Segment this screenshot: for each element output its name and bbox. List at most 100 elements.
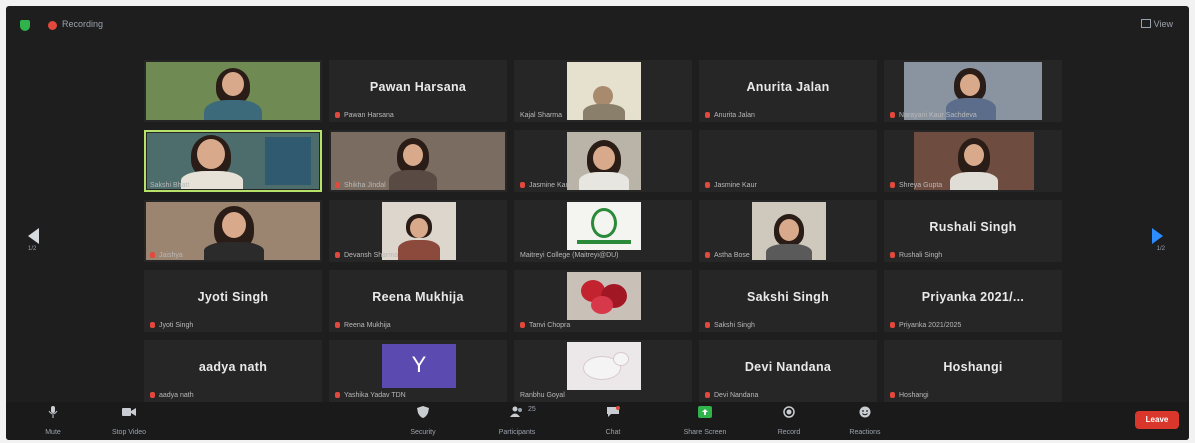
participant-name-label: Shreya Gupta [890,182,942,189]
record-button[interactable]: Record [754,406,824,439]
participant-video [147,133,319,189]
participant-tile[interactable]: Reena Mukhija Reena Mukhija [329,270,507,332]
participant-tile[interactable]: Jyoti Singh Jyoti Singh [144,270,322,332]
participant-name-label: Kajal Sharma [520,112,563,119]
muted-mic-icon [335,112,340,118]
participant-tile[interactable]: Devansh Sharma [329,200,507,262]
muted-mic-icon [150,392,155,398]
muted-mic-icon [335,322,340,328]
participant-tile[interactable]: aadya nath aadya nath [144,340,322,402]
participant-name-label: Priyanka 2021/2025 [890,322,961,329]
participant-name-label: Jaishya [150,252,183,259]
video-camera-icon [122,408,136,416]
participant-name-label: Anurita Jalan [705,112,755,119]
participant-name-label: Jyoti Singh [150,322,193,329]
participant-name-label: Astha Bose [705,252,750,259]
participant-name-label: Devansh Sharma [335,252,398,259]
participant-tile[interactable]: Shikha Jindal [329,130,507,192]
participant-video [567,62,641,120]
participant-tile[interactable]: Anurita Jalan Anurita Jalan [699,60,877,122]
participant-tile[interactable]: Jasmine Kaur [514,130,692,192]
stop-video-label: Stop Video [111,429,147,436]
muted-mic-icon [150,322,155,328]
mute-button[interactable]: Mute [18,406,88,439]
participant-tile[interactable]: Kajal Sharma [514,60,692,122]
participant-tile[interactable]: Astha Bose [699,200,877,262]
participants-label: Participants [498,429,536,436]
participant-tile[interactable]: Rushali Singh Rushali Singh [884,200,1062,262]
participant-name: Devi Nandana [744,360,832,374]
participant-video [752,202,826,260]
participant-name: Hoshangi [943,360,1003,374]
microphone-icon [48,406,58,418]
muted-mic-icon [890,112,895,118]
muted-mic-icon [890,392,895,398]
participant-tile[interactable]: Tanvi Chopra [514,270,692,332]
previous-page-arrow-icon[interactable] [28,228,39,244]
participant-tile[interactable]: Ranbhu Goyal [514,340,692,402]
smiley-icon [859,406,871,418]
record-icon [783,406,795,418]
participants-button[interactable]: Participants 25 [482,406,552,439]
leave-button[interactable]: Leave [1135,411,1179,429]
reactions-button[interactable]: Reactions [830,406,900,439]
participant-grid: Pawan Harsana Pawan Harsana Kajal Sharma… [144,60,1064,402]
participant-tile[interactable]: Devi Nandana Devi Nandana [699,340,877,402]
view-button[interactable]: View [1140,19,1173,29]
participant-video [146,62,320,120]
participant-name-label: Sakshi Bhatt [150,182,190,189]
participant-tile[interactable]: Jaishya [144,200,322,262]
top-bar: Recording View [6,6,1189,46]
college-logo-icon [591,208,617,238]
active-speaker-tile[interactable]: Sakshi Bhatt [144,130,322,192]
recording-icon [48,21,57,30]
muted-mic-icon [705,322,710,328]
participant-name-label: aadya nath [150,392,194,399]
reactions-label: Reactions [849,429,881,436]
muted-mic-icon [335,182,340,188]
avatar-letter: Y [411,352,427,377]
participant-name-label: Hoshangi [890,392,929,399]
participant-tile[interactable]: Pawan Harsana Pawan Harsana [329,60,507,122]
participant-tile[interactable]: Maitreyi College (Maitreyi@DU) [514,200,692,262]
participant-tile[interactable]: Priyanka 2021/... Priyanka 2021/2025 [884,270,1062,332]
next-page-arrow-icon[interactable] [1152,228,1163,244]
chat-label: Chat [605,429,621,436]
participant-name-label: Devi Nandana [705,392,758,399]
stop-video-button[interactable]: Stop Video [94,406,164,439]
participant-video [567,342,641,390]
participant-name-label: Maitreyi College (Maitreyi@DU) [520,252,619,259]
shield-icon [417,406,429,418]
participant-name-label: Jasmine Kaur [705,182,757,189]
muted-mic-icon [335,252,340,258]
muted-mic-icon [890,322,895,328]
participant-name: aadya nath [198,360,268,374]
muted-mic-icon [705,392,710,398]
security-label: Security [410,429,436,436]
participant-name-label: Pawan Harsana [335,112,394,119]
participant-tile[interactable]: Y Yashika Yadav TDN [329,340,507,402]
participant-tile[interactable]: Hoshangi Hoshangi [884,340,1062,402]
participant-tile[interactable]: Narayani Kaur Sachdeva [884,60,1062,122]
participant-tile[interactable]: Shreya Gupta [884,130,1062,192]
chat-button[interactable]: Chat [578,406,648,439]
page-indicator-right: 1/2 [1156,246,1165,252]
security-shield-icon[interactable] [20,20,30,31]
share-screen-button[interactable]: Share Screen [670,406,740,439]
muted-mic-icon [520,322,525,328]
participant-name: Rushali Singh [929,220,1017,234]
participants-icon [510,406,522,417]
participant-name: Sakshi Singh [746,290,830,304]
security-button[interactable]: Security [388,406,458,439]
meeting-window: Recording View 1/2 1/2 Pawan Harsana Paw… [6,6,1189,440]
participant-name-label: Rushali Singh [890,252,942,259]
participant-tile[interactable]: Jasmine Kaur [699,130,877,192]
participant-name: Reena Mukhija [372,290,464,304]
participant-tile[interactable]: Sakshi Singh Sakshi Singh [699,270,877,332]
participant-name-label: Jasmine Kaur [520,182,572,189]
participant-tile[interactable] [144,60,322,122]
participant-name: Pawan Harsana [369,80,467,94]
share-screen-label: Share Screen [683,429,727,436]
muted-mic-icon [520,182,525,188]
participant-name-label: Narayani Kaur Sachdeva [890,112,977,119]
